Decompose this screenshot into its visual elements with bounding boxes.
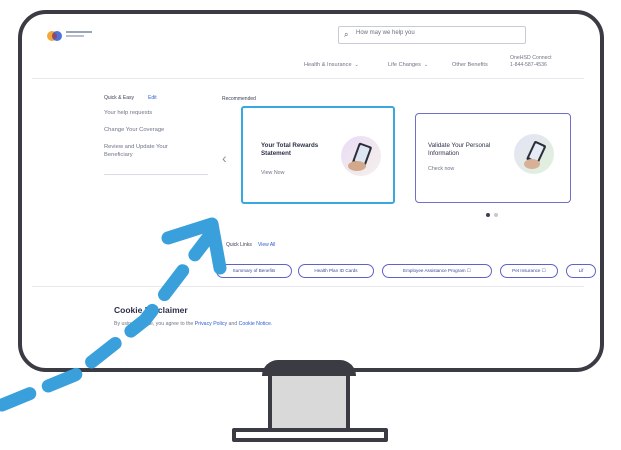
dashed-arrow-overlay bbox=[0, 217, 227, 412]
dashed-arrow-line bbox=[0, 228, 217, 412]
